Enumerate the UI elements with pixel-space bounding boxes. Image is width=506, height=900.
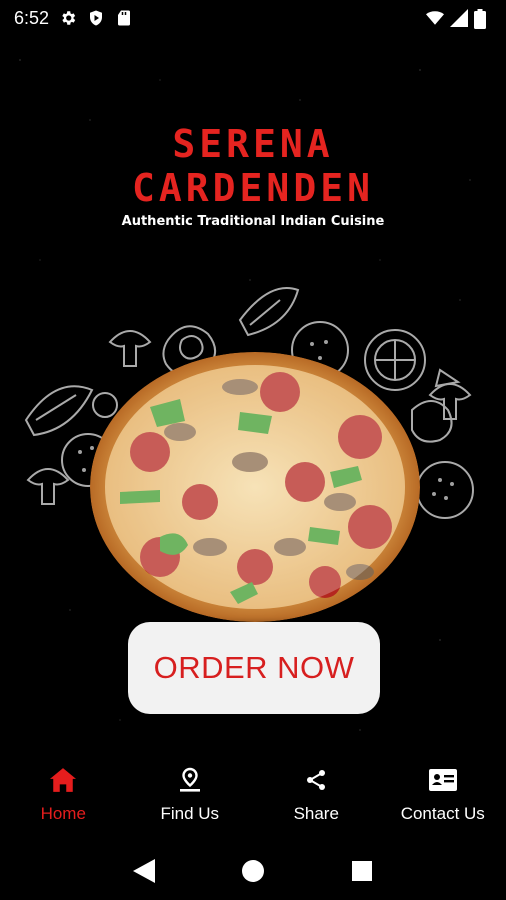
pizza-image xyxy=(90,352,420,622)
home-circle-icon[interactable] xyxy=(233,851,273,891)
order-now-button[interactable]: ORDER NOW xyxy=(128,622,380,714)
bottom-navigation: Home Find Us Share Contact Us xyxy=(0,752,506,842)
nav-label-find-us: Find Us xyxy=(160,804,220,823)
nav-item-home[interactable]: Home xyxy=(0,752,126,842)
brand-tagline: Authentic Traditional Indian Cuisine xyxy=(121,214,385,229)
nav-item-contact-us[interactable]: Contact Us xyxy=(380,752,506,842)
contact-card-icon xyxy=(428,766,457,794)
gear-icon xyxy=(59,9,77,27)
share-icon xyxy=(302,766,330,794)
signal-icon xyxy=(450,9,468,27)
order-now-label: ORDER NOW xyxy=(153,650,355,685)
brand-header: SERENA CARDENDEN Authentic Traditional I… xyxy=(0,122,506,229)
status-time: 6:52 xyxy=(14,7,50,28)
battery-icon xyxy=(474,9,492,29)
status-bar: 6:52 xyxy=(0,0,506,36)
play-protect-icon xyxy=(87,9,105,27)
nav-label-home: Home xyxy=(40,804,86,823)
wifi-icon xyxy=(426,9,444,27)
hero-illustration xyxy=(0,280,506,640)
recents-icon[interactable] xyxy=(342,851,382,891)
back-icon[interactable] xyxy=(124,851,164,891)
nav-item-find-us[interactable]: Find Us xyxy=(127,752,253,842)
nav-label-contact-us: Contact Us xyxy=(400,804,485,823)
system-navigation-bar xyxy=(0,842,506,900)
location-pin-icon xyxy=(176,766,204,794)
sd-card-icon xyxy=(115,9,133,27)
brand-name-line1: SERENA xyxy=(172,122,334,166)
brand-name-line2: CARDENDEN xyxy=(132,166,374,210)
nav-label-share: Share xyxy=(293,804,339,823)
nav-item-share[interactable]: Share xyxy=(253,752,379,842)
home-icon xyxy=(49,766,77,794)
